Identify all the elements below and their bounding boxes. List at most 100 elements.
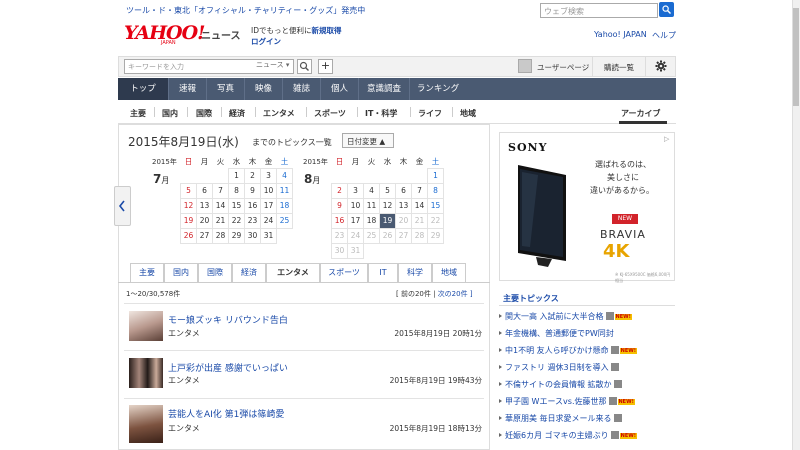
calendar-day[interactable]: 11 xyxy=(276,182,293,199)
web-search-button[interactable] xyxy=(659,2,674,17)
calendar-day[interactable]: 13 xyxy=(196,197,213,214)
calendar-day[interactable]: 28 xyxy=(212,227,229,244)
calendar-day[interactable]: 18 xyxy=(363,212,380,229)
calendar-day[interactable]: 9 xyxy=(244,182,261,199)
subnav-domestic[interactable]: 国内 xyxy=(162,108,178,119)
calendar-day[interactable]: 15 xyxy=(228,197,245,214)
topic-item[interactable]: 妊娠6カ月 ゴマキの主婦ぶり NEW! xyxy=(498,430,638,441)
topic-item[interactable]: ファストリ 週休3日制を導入 xyxy=(499,362,619,373)
calendar-day[interactable]: 19 xyxy=(180,212,197,229)
calendar-day[interactable]: 30 xyxy=(244,227,261,244)
calendar-day[interactable]: 12 xyxy=(379,197,396,214)
calendar-day[interactable]: 9 xyxy=(331,197,348,214)
signup-link[interactable]: 新規取得 xyxy=(312,26,342,35)
calendar-day[interactable]: 6 xyxy=(196,182,213,199)
scrollbar-thumb[interactable] xyxy=(793,8,799,106)
tab-world[interactable]: 国際 xyxy=(198,263,232,283)
sony-advertisement[interactable]: ▷ SONY 選ばれるのは、 美しさに 違いがあるから。 NEW BRAVIA … xyxy=(499,132,675,283)
topic-link[interactable]: 華原朋美 毎日求愛メール来る xyxy=(505,414,612,423)
subnav-economy[interactable]: 経済 xyxy=(229,108,245,119)
topic-link[interactable]: 甲子園 Wエースvs.佐藤世那 xyxy=(505,397,607,406)
calendar-day[interactable]: 16 xyxy=(331,212,348,229)
calendar-day[interactable]: 4 xyxy=(363,182,380,199)
calendar-day[interactable]: 27 xyxy=(196,227,213,244)
date-change-button[interactable]: 日付変更 ▲ xyxy=(342,133,394,148)
help-link[interactable]: ヘルプ xyxy=(652,30,676,41)
avatar[interactable] xyxy=(518,59,532,73)
subnav-world[interactable]: 国際 xyxy=(196,108,212,119)
tab-sports[interactable]: スポーツ xyxy=(320,263,368,283)
calendar-day[interactable]: 23 xyxy=(244,212,261,229)
prev-month-button[interactable] xyxy=(114,186,131,226)
calendar-day[interactable]: 14 xyxy=(212,197,229,214)
subnav-sports[interactable]: スポーツ xyxy=(314,108,346,119)
nav-magazine[interactable]: 雑誌 xyxy=(283,78,320,100)
calendar-day[interactable]: 17 xyxy=(260,197,277,214)
pager-next-link[interactable]: 次の20件 ] xyxy=(438,290,473,298)
news-title-link[interactable]: 芸能人をAI化 第1弾は篠崎愛 xyxy=(168,407,284,420)
calendar-day[interactable]: 3 xyxy=(260,167,277,184)
tab-entertainment[interactable]: エンタメ xyxy=(266,263,320,283)
calendar-day[interactable]: 12 xyxy=(180,197,197,214)
tab-local[interactable]: 地域 xyxy=(432,263,466,283)
calendar-day[interactable]: 1 xyxy=(427,167,444,184)
topic-link[interactable]: 関大一高 入試前に大半合格 xyxy=(505,312,604,321)
calendar-day[interactable]: 16 xyxy=(244,197,261,214)
tab-science[interactable]: 科学 xyxy=(398,263,432,283)
calendar-day[interactable]: 10 xyxy=(260,182,277,199)
calendar-day[interactable]: 13 xyxy=(395,197,412,214)
news-thumbnail[interactable] xyxy=(129,311,163,341)
calendar-day[interactable]: 5 xyxy=(180,182,197,199)
tab-it[interactable]: IT xyxy=(368,263,398,283)
calendar-day[interactable]: 7 xyxy=(411,182,428,199)
login-link[interactable]: ログイン xyxy=(251,36,281,47)
calendar-day[interactable]: 17 xyxy=(347,212,364,229)
topic-item[interactable]: 関大一高 入試前に大半合格 NEW! xyxy=(499,311,632,322)
topic-item[interactable]: 年金機構、普通郵便でPW同封 xyxy=(499,328,614,339)
topic-item[interactable]: 中1不明 友人ら呼びかけ懸命 NEW! xyxy=(498,345,638,356)
news-title-link[interactable]: モー娘ズッキ リバウンド告白 xyxy=(168,313,288,326)
user-page-link[interactable]: ユーザーページ xyxy=(537,62,589,73)
calendar-day[interactable]: 14 xyxy=(411,197,428,214)
calendar-day[interactable]: 20 xyxy=(196,212,213,229)
calendar-day[interactable]: 7 xyxy=(212,182,229,199)
subscription-list-button[interactable]: 購読一覧 xyxy=(604,62,634,73)
topic-item[interactable]: 華原朋美 毎日求愛メール来る xyxy=(499,413,622,424)
gear-icon[interactable] xyxy=(655,60,667,74)
calendar-day[interactable]: 3 xyxy=(347,182,364,199)
subnav-main[interactable]: 主要 xyxy=(130,108,146,119)
calendar-day[interactable]: 2 xyxy=(244,167,261,184)
calendar-day[interactable]: 10 xyxy=(347,197,364,214)
topic-item[interactable]: 不倫サイトの会員情報 拡散か xyxy=(499,379,622,390)
calendar-day[interactable]: 8 xyxy=(228,182,245,199)
subnav-local[interactable]: 地域 xyxy=(460,108,476,119)
calendar-day[interactable]: 26 xyxy=(180,227,197,244)
calendar-day[interactable]: 8 xyxy=(427,182,444,199)
calendar-day[interactable]: 29 xyxy=(228,227,245,244)
archive-tab[interactable]: アーカイブ xyxy=(621,108,661,119)
nav-video[interactable]: 映像 xyxy=(245,78,282,100)
topic-link[interactable]: 中1不明 友人ら呼びかけ懸命 xyxy=(505,346,609,355)
calendar-day[interactable]: 19 xyxy=(379,212,396,229)
keyword-category-select[interactable]: ニュース ▾ xyxy=(256,60,289,70)
calendar-day[interactable]: 24 xyxy=(260,212,277,229)
calendar-day[interactable]: 31 xyxy=(260,227,277,244)
calendar-day[interactable]: 15 xyxy=(427,197,444,214)
yahoo-logo[interactable]: YAHOO! JAPAN xyxy=(124,22,208,48)
nav-survey[interactable]: 意識調査 xyxy=(359,78,409,100)
calendar-day[interactable]: 4 xyxy=(276,167,293,184)
topic-link[interactable]: 不倫サイトの会員情報 拡散か xyxy=(505,380,612,389)
topic-link[interactable]: ファストリ 週休3日制を導入 xyxy=(505,363,609,372)
tab-domestic[interactable]: 国内 xyxy=(164,263,198,283)
calendar-day[interactable]: 18 xyxy=(276,197,293,214)
nav-photos[interactable]: 写真 xyxy=(207,78,244,100)
topic-link[interactable]: 妊娠6カ月 ゴマキの主婦ぶり xyxy=(505,431,609,440)
nav-ranking[interactable]: ランキング xyxy=(410,78,466,100)
calendar-day[interactable]: 5 xyxy=(379,182,396,199)
calendar-day[interactable]: 22 xyxy=(228,212,245,229)
add-button[interactable]: + xyxy=(318,59,333,74)
keyword-search-button[interactable] xyxy=(297,59,312,74)
subnav-entertainment[interactable]: エンタメ xyxy=(263,108,295,119)
calendar-day[interactable]: 11 xyxy=(363,197,380,214)
nav-breaking[interactable]: 速報 xyxy=(169,78,206,100)
